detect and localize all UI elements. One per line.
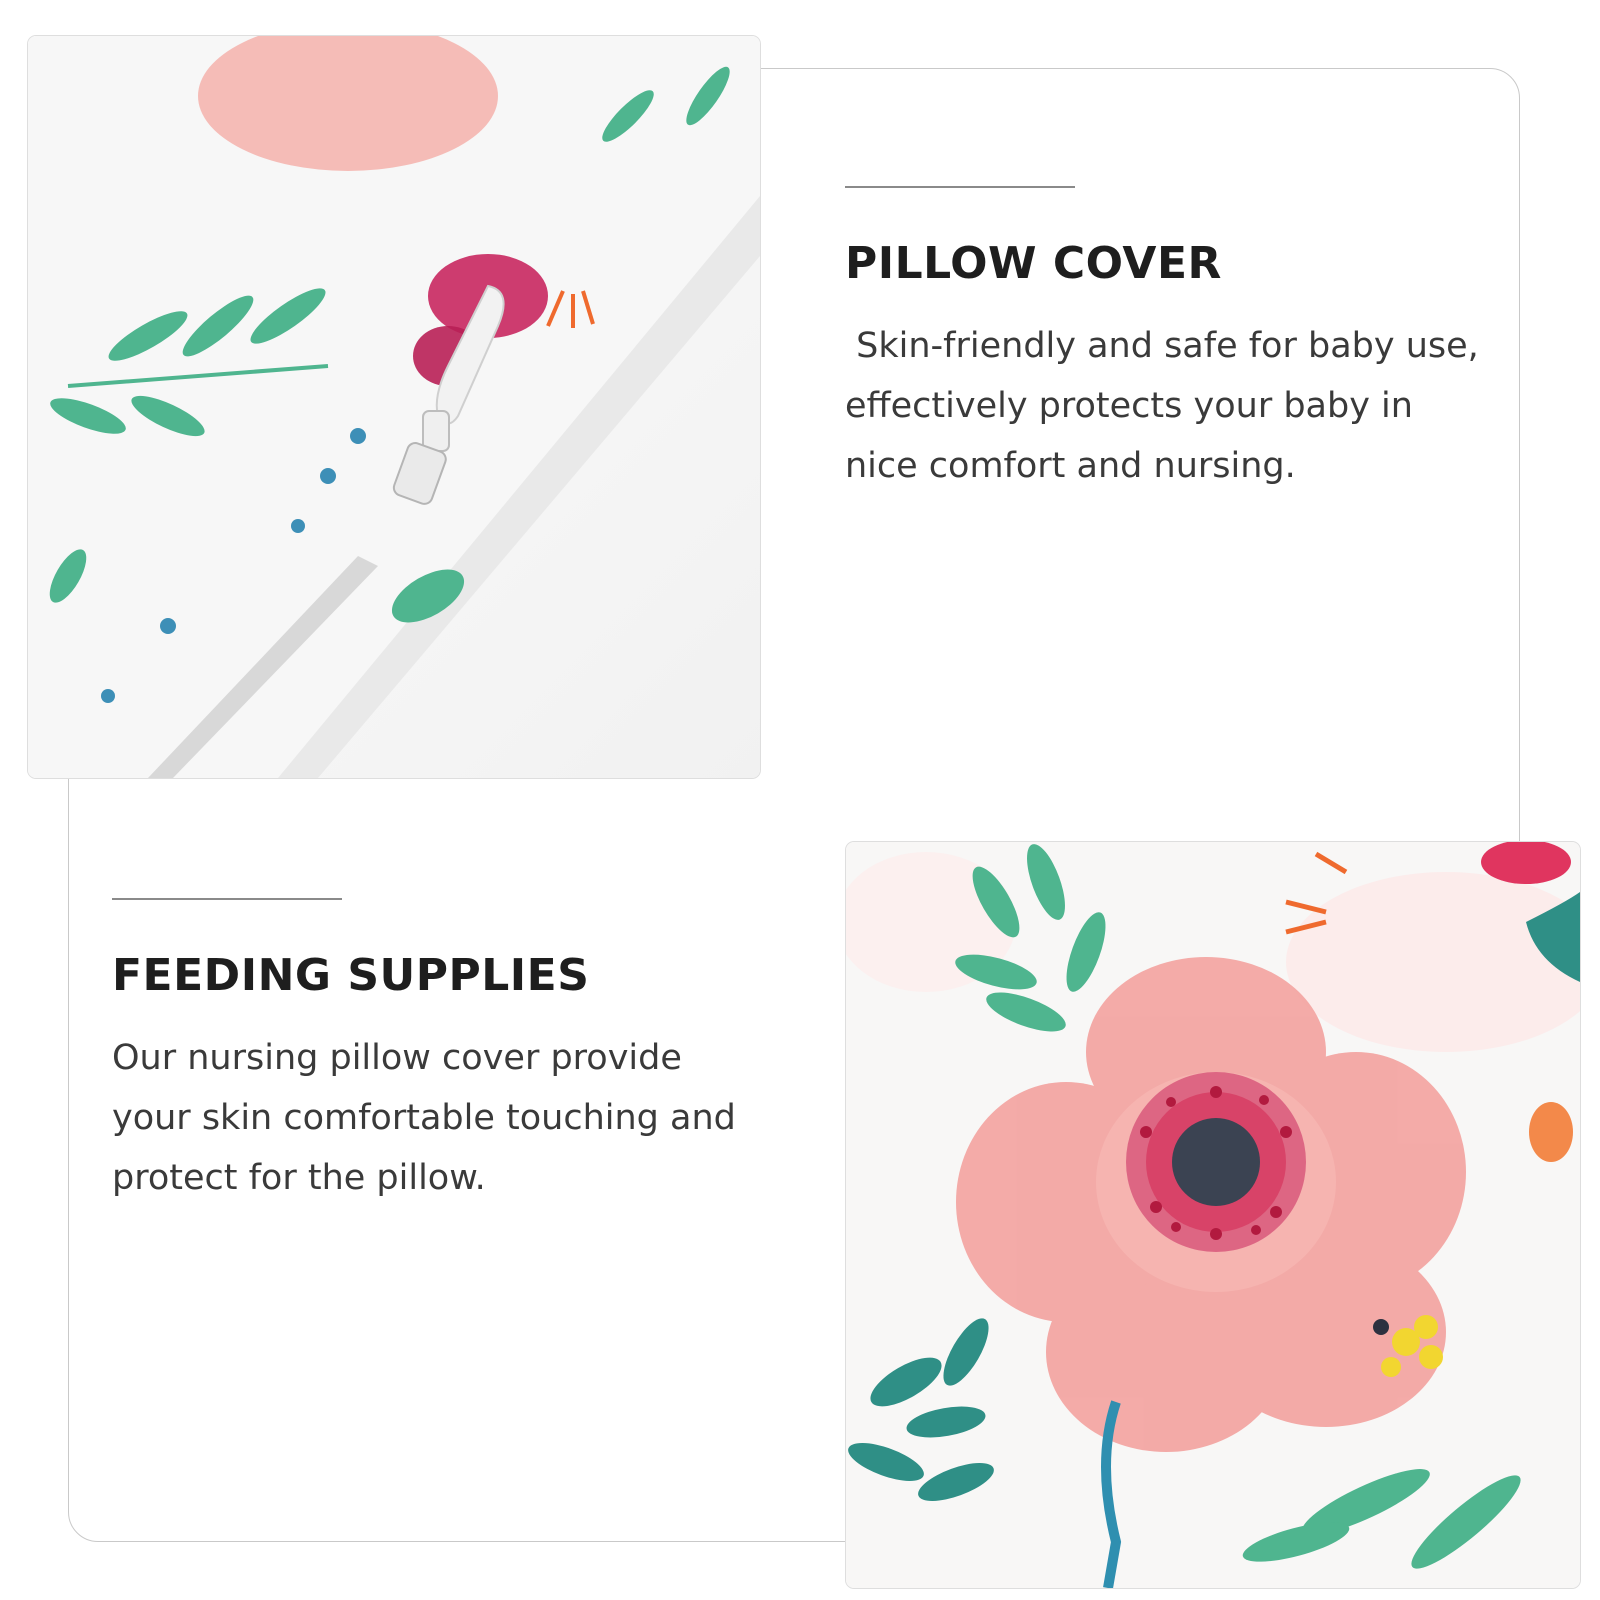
section-description-feeding-supplies: Our nursing pillow cover provide your sk… <box>112 1038 736 1198</box>
section-description-pillow-cover: Skin-friendly and safe for baby use, eff… <box>845 326 1479 486</box>
poppy-fabric-photo <box>846 842 1580 1588</box>
section-title-pillow-cover: PILLOW COVER <box>845 238 1222 289</box>
section-divider <box>845 186 1075 188</box>
section-title-feeding-supplies: FEEDING SUPPLIES <box>112 950 590 1001</box>
zipper-closeup-photo <box>28 36 760 778</box>
section-divider <box>112 898 342 900</box>
